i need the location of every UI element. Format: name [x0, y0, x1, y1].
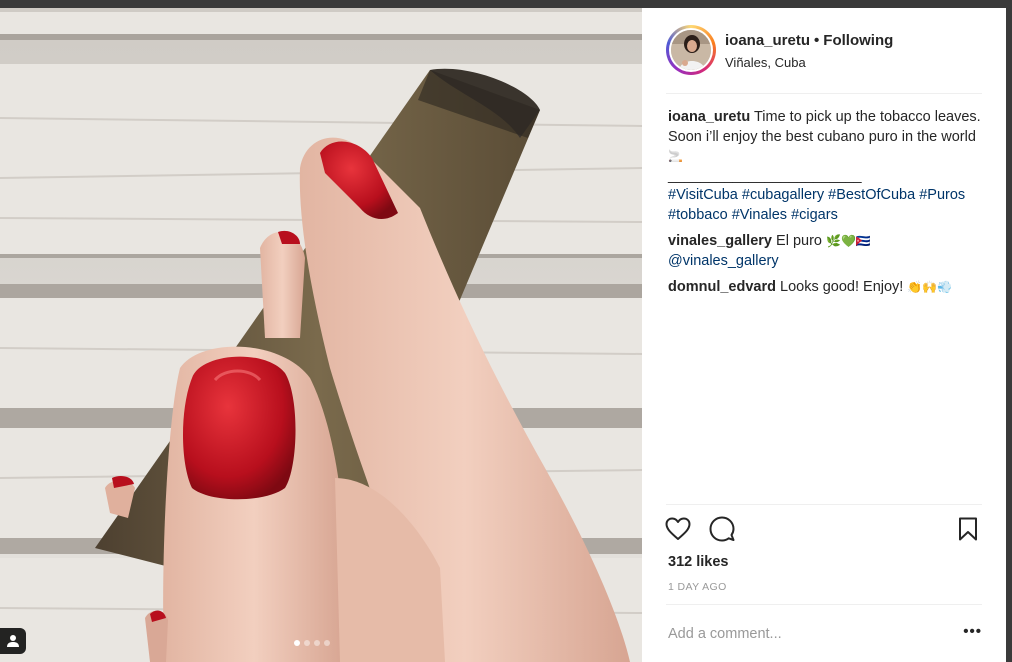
- follow-status-button[interactable]: Following: [823, 32, 893, 49]
- user-tag-icon: [7, 635, 19, 647]
- cigarette-emoji: 🚬: [668, 149, 683, 163]
- carousel-dot[interactable]: [314, 640, 320, 646]
- comment-item: vinales_gallery El puro 🌿💚🇨🇺 @vinales_ga…: [668, 232, 984, 271]
- comment-item: domnul_edvard Looks good! Enjoy! 👏🙌💨: [668, 278, 984, 298]
- bookmark-icon: [959, 517, 977, 541]
- post-modal: ioana_uretu • Following Viñales, Cuba ioan…: [0, 0, 1012, 662]
- comment-text: El puro: [776, 233, 822, 249]
- location-link[interactable]: Viñales, Cuba: [725, 55, 806, 70]
- carousel-dot[interactable]: [304, 640, 310, 646]
- caption-rule: ________________________: [668, 167, 862, 184]
- carousel-dot[interactable]: [324, 640, 330, 646]
- more-options-icon[interactable]: •••: [960, 623, 982, 643]
- caption: ioana_uretu Time to pick up the tobacco …: [668, 108, 984, 225]
- comments-list: ioana_uretu Time to pick up the tobacco …: [668, 108, 984, 305]
- actions-bar: [664, 504, 982, 548]
- post-timestamp[interactable]: 1 DAY AGO: [668, 581, 727, 593]
- likes-count[interactable]: 312 likes: [668, 554, 728, 570]
- photo-image: [0, 8, 642, 662]
- save-button[interactable]: [954, 515, 982, 543]
- avatar-image: [671, 30, 711, 70]
- comment-icon: [709, 516, 735, 542]
- post-header: ioana_uretu • Following Viñales, Cuba: [666, 24, 982, 94]
- carousel-indicator: [294, 640, 330, 646]
- comment-text: Looks good! Enjoy!: [780, 279, 904, 295]
- comment-username[interactable]: domnul_edvard: [668, 279, 776, 295]
- header-user-line: ioana_uretu • Following: [725, 32, 893, 49]
- caption-username[interactable]: ioana_uretu: [668, 109, 750, 125]
- user-tag-button[interactable]: [0, 628, 26, 654]
- comment-username[interactable]: vinales_gallery: [668, 233, 772, 249]
- separator-dot: •: [814, 32, 820, 49]
- like-button[interactable]: [664, 515, 692, 543]
- carousel-dot[interactable]: [294, 640, 300, 646]
- username-link[interactable]: ioana_uretu: [725, 32, 810, 49]
- caption-hashtags[interactable]: #VisitCuba #cubagallery #BestOfCuba #Pur…: [668, 187, 965, 223]
- post-photo[interactable]: [0, 8, 642, 662]
- add-comment-section: •••: [666, 604, 982, 662]
- comment-mention[interactable]: @vinales_gallery: [668, 253, 779, 269]
- post-side-panel: ioana_uretu • Following Viñales, Cuba ioan…: [642, 8, 1006, 662]
- comment-emoji: 🌿💚🇨🇺: [826, 234, 871, 248]
- comment-emoji: 👏🙌💨: [907, 280, 953, 294]
- avatar[interactable]: [666, 25, 716, 75]
- heart-icon: [665, 517, 691, 540]
- comment-button[interactable]: [708, 515, 736, 543]
- comment-input[interactable]: [668, 623, 928, 645]
